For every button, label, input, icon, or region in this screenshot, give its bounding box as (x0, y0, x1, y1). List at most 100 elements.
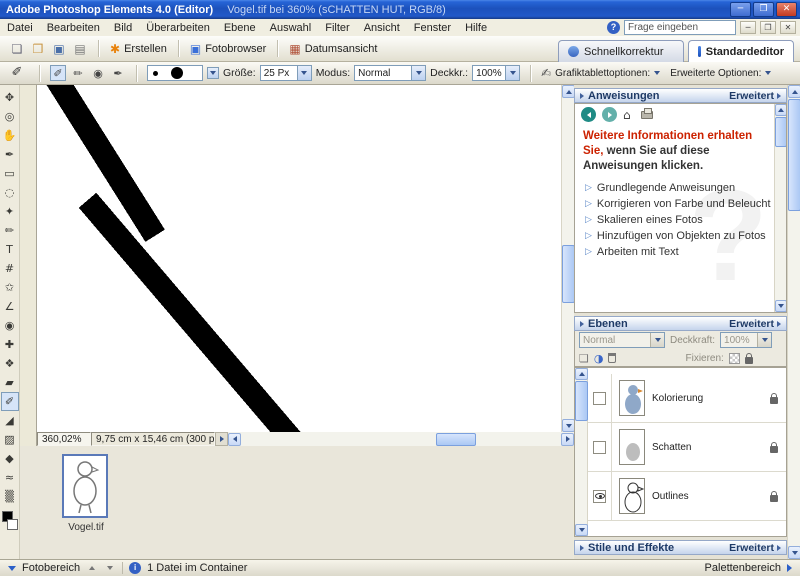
tool-eyedropper[interactable]: ✒ (1, 145, 19, 164)
tool-selection-brush[interactable]: ✏ (1, 221, 19, 240)
layer-row-outlines[interactable]: Outlines (588, 472, 786, 521)
layer-visibility-toggle[interactable] (588, 472, 612, 520)
menu-filter[interactable]: Filter (318, 22, 356, 34)
ebenen-palette-header[interactable]: Ebenen Erweitert (574, 316, 787, 331)
instruction-link-grundlegende[interactable]: ▷Grundlegende Anweisungen (575, 180, 771, 196)
menu-fenster[interactable]: Fenster (407, 22, 458, 34)
open-file-icon[interactable]: ❒ (29, 42, 47, 56)
fotobrowser-button[interactable]: ▣ Fotobrowser (185, 40, 271, 58)
palette-bin-scrollbar[interactable] (787, 85, 800, 559)
tool-healing-brush[interactable]: ✚ (1, 335, 19, 354)
anweisungen-erweitert-button[interactable]: Erweitert (729, 90, 781, 102)
background-color-swatch[interactable] (7, 519, 18, 530)
impressionist-brush-icon[interactable]: ✏ (70, 65, 86, 81)
chevron-down-icon[interactable] (765, 71, 771, 75)
layer-visibility-toggle[interactable] (588, 374, 612, 422)
anweisungen-scrollbar[interactable] (774, 104, 786, 312)
tool-blur[interactable]: ≈ (1, 468, 19, 487)
tool-magic-wand[interactable]: ✦ (1, 202, 19, 221)
tab-standardeditor[interactable]: Standardeditor (688, 40, 794, 62)
lock-transparency-icon[interactable] (729, 353, 740, 364)
anweisungen-palette-header[interactable]: Anweisungen Erweitert (574, 88, 787, 103)
ebenen-erweitert-button[interactable]: Erweitert (729, 318, 781, 330)
erstellen-button[interactable]: ✱ Erstellen (105, 40, 172, 58)
instruction-link-arbeiten[interactable]: ▷Arbeiten mit Text (575, 244, 771, 260)
status-info-button[interactable] (215, 432, 228, 446)
layer-opacity-select[interactable]: 100% (720, 332, 772, 348)
opacity-select[interactable]: 100% (472, 65, 520, 81)
tool-lasso[interactable]: ◌ (1, 183, 19, 202)
scroll-down-button[interactable] (788, 546, 800, 559)
printer-icon[interactable] (641, 111, 653, 119)
tool-crop[interactable]: # (1, 259, 19, 278)
scroll-up-button[interactable] (788, 85, 800, 98)
layer-visibility-toggle[interactable] (588, 423, 612, 471)
tool-move[interactable]: ✥ (1, 88, 19, 107)
chevron-down-icon[interactable] (654, 71, 660, 75)
tool-straighten[interactable]: ∠ (1, 297, 19, 316)
photo-bin-toggle-icon[interactable] (8, 566, 16, 571)
new-file-icon[interactable]: ❏ (8, 42, 26, 56)
photo-bin-next-button[interactable] (104, 562, 116, 574)
layer-thumbnail[interactable] (619, 478, 645, 514)
mode-select[interactable]: Normal (354, 65, 426, 81)
visibility-checkbox[interactable] (593, 490, 606, 503)
chevron-down-icon[interactable] (757, 333, 771, 347)
scroll-down-button[interactable] (575, 524, 588, 536)
menu-ueberarbeiten[interactable]: Überarbeiten (139, 22, 217, 34)
chevron-down-icon[interactable] (411, 66, 425, 80)
stile-erweitert-button[interactable]: Erweitert (729, 542, 781, 554)
photo-bin-prev-button[interactable] (86, 562, 98, 574)
scroll-down-button[interactable] (775, 300, 787, 312)
tablet-options-label[interactable]: Grafiktablettoptionen: (555, 68, 650, 79)
canvas[interactable] (37, 85, 561, 432)
scrollbar-thumb[interactable] (436, 433, 476, 446)
scrollbar-track[interactable] (241, 433, 561, 446)
photo-thumbnail[interactable] (62, 454, 108, 518)
airbrush-icon[interactable]: ✒ (110, 65, 126, 81)
layers-scrollbar[interactable] (575, 368, 588, 536)
zoom-level[interactable]: 360,02% (37, 432, 91, 446)
menu-auswahl[interactable]: Auswahl (263, 22, 319, 34)
forward-button[interactable] (602, 107, 617, 122)
menu-bearbeiten[interactable]: Bearbeiten (40, 22, 107, 34)
chevron-down-icon[interactable] (650, 333, 664, 347)
doc-close-button[interactable]: ✕ (780, 21, 796, 34)
blend-mode-select[interactable]: Normal (579, 332, 665, 348)
tool-type[interactable]: T (1, 240, 19, 259)
scrollbar-thumb[interactable] (775, 117, 787, 147)
tool-paint-bucket[interactable]: ◢ (1, 411, 19, 430)
tool-zoom[interactable]: ◎ (1, 107, 19, 126)
scroll-up-button[interactable] (575, 368, 588, 380)
instruction-link-hinzufuegen[interactable]: ▷Hinzufügen von Objekten zu Fotos (575, 228, 771, 244)
layer-row-kolorierung[interactable]: Kolorierung (588, 374, 786, 423)
new-layer-icon[interactable]: ❏ (579, 353, 589, 364)
scrollbar-thumb[interactable] (575, 381, 588, 421)
datumsansicht-button[interactable]: ▦ Datumsansicht (284, 40, 382, 58)
tool-marquee[interactable]: ▭ (1, 164, 19, 183)
chevron-down-icon[interactable] (505, 66, 519, 80)
save-icon[interactable]: ▣ (50, 42, 68, 56)
lock-all-icon[interactable] (745, 357, 753, 364)
layer-thumbnail[interactable] (619, 380, 645, 416)
layer-thumbnail[interactable] (619, 429, 645, 465)
restore-button[interactable]: ❐ (753, 2, 774, 17)
instruction-link-korrigieren[interactable]: ▷Korrigieren von Farbe und Beleuchtung (575, 196, 771, 212)
vertical-scrollbar[interactable] (561, 85, 574, 432)
palette-bin-label[interactable]: Palettenbereich (705, 562, 781, 574)
tool-clone-stamp[interactable]: ❖ (1, 354, 19, 373)
scroll-up-button[interactable] (775, 104, 787, 116)
back-button[interactable] (581, 107, 596, 122)
chevron-down-icon[interactable] (297, 66, 311, 80)
delete-layer-icon[interactable] (608, 353, 616, 363)
menu-ansicht[interactable]: Ansicht (357, 22, 407, 34)
tool-hand[interactable]: ✋ (1, 126, 19, 145)
tool-gradient[interactable]: ▨ (1, 430, 19, 449)
brush-preset-dropdown[interactable] (207, 67, 219, 79)
tool-sponge[interactable]: ▒ (1, 487, 19, 506)
instruction-link-skalieren[interactable]: ▷Skalieren eines Fotos (575, 212, 771, 228)
scroll-right-button[interactable] (561, 433, 574, 446)
menu-hilfe[interactable]: Hilfe (458, 22, 494, 34)
minimize-button[interactable]: ─ (730, 2, 751, 17)
color-replacement-icon[interactable]: ◉ (90, 65, 106, 81)
